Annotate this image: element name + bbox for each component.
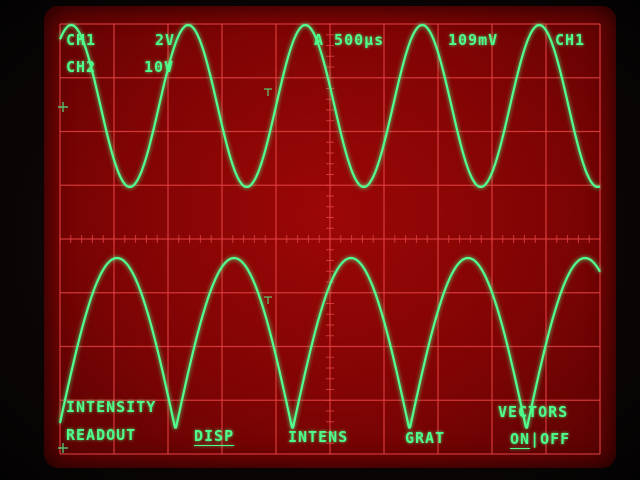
intensity-menu-title: INTENSITY bbox=[66, 398, 157, 416]
ch2-trigger-marker bbox=[264, 296, 272, 304]
ch1-label: CH1 bbox=[66, 31, 97, 49]
timebase-readout: A 500µs bbox=[314, 31, 385, 49]
trigger-source-readout: CH1 bbox=[555, 31, 586, 49]
ch2-label: CH2 bbox=[66, 58, 97, 76]
disp-softkey-label[interactable]: DISP bbox=[194, 429, 234, 444]
vectors-on-label[interactable]: ON bbox=[510, 430, 530, 448]
ch2-scale: 10V bbox=[144, 58, 175, 76]
ch1-trigger-marker bbox=[264, 88, 272, 96]
vectors-off-label[interactable]: OFF bbox=[540, 430, 570, 448]
grat-softkey-label[interactable]: GRAT bbox=[405, 431, 445, 446]
ch1-scale: 2V bbox=[155, 31, 176, 49]
vectors-menu-title: VECTORS bbox=[498, 403, 569, 421]
trigger-level-readout: 109mV bbox=[448, 31, 499, 49]
vectors-on-option[interactable]: ON|OFF bbox=[510, 432, 570, 447]
intens-softkey-label[interactable]: INTENS bbox=[288, 430, 348, 445]
readout-softkey-label[interactable]: READOUT bbox=[66, 428, 136, 443]
vectors-separator: | bbox=[530, 430, 541, 448]
